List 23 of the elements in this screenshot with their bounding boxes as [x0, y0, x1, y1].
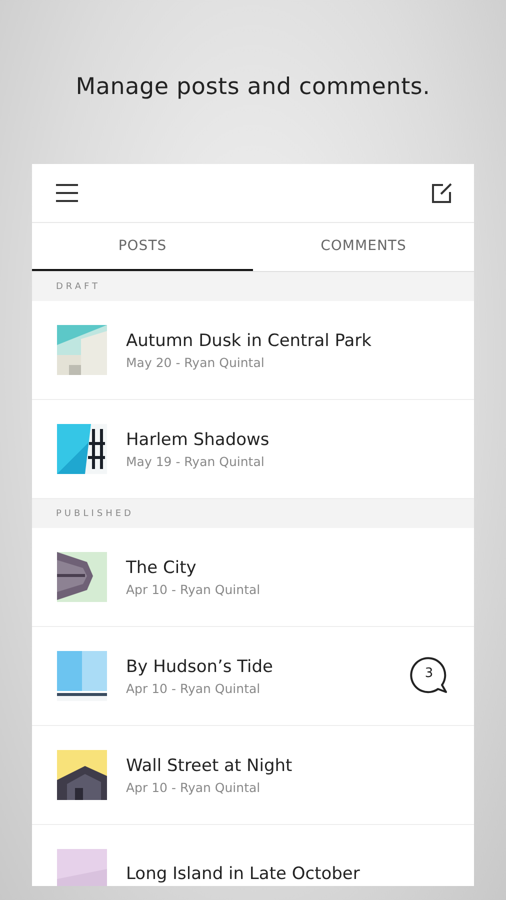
- post-meta: Apr 10 - Ryan Quintal: [126, 780, 262, 794]
- menu-icon[interactable]: [56, 184, 78, 202]
- post-item[interactable]: Wall Street at Night Apr 10 - Ryan Quintal: [32, 726, 474, 825]
- post-meta: May 19 - Ryan Quintal: [126, 454, 266, 468]
- post-meta: May 20 - Ryan Quintal: [126, 354, 266, 370]
- post-title: The City: [126, 558, 198, 578]
- compose-icon[interactable]: [432, 183, 452, 203]
- post-title: Harlem Shadows: [126, 430, 270, 450]
- post-title: By Hudson’s Tide: [126, 656, 274, 676]
- post-item[interactable]: Autumn Dusk in Central Park May 20 - Ryan Quintal: [32, 301, 474, 400]
- post-title: Autumn Dusk in Central Park: [126, 330, 372, 350]
- post-item[interactable]: Long Island in Late October: [32, 825, 474, 886]
- post-item[interactable]: By Hudson’s Tide Apr 10 - Ryan Quintal 3: [32, 627, 474, 726]
- comment-count[interactable]: 3: [410, 657, 448, 695]
- section-header: PUBLISHED: [56, 508, 134, 518]
- post-meta: Apr 10 - Ryan Quintal: [126, 582, 262, 596]
- post-item[interactable]: The City Apr 10 - Ryan Quintal: [32, 528, 474, 627]
- post-title: Wall Street at Night: [126, 756, 294, 776]
- headline: Manage posts and comments.: [76, 74, 430, 100]
- post-meta: Apr 10 - Ryan Quintal: [126, 680, 262, 696]
- post-title: Long Island in Late October: [126, 864, 361, 884]
- section-header: DRAFT: [56, 282, 100, 292]
- tab[interactable]: COMMENTS: [253, 223, 474, 271]
